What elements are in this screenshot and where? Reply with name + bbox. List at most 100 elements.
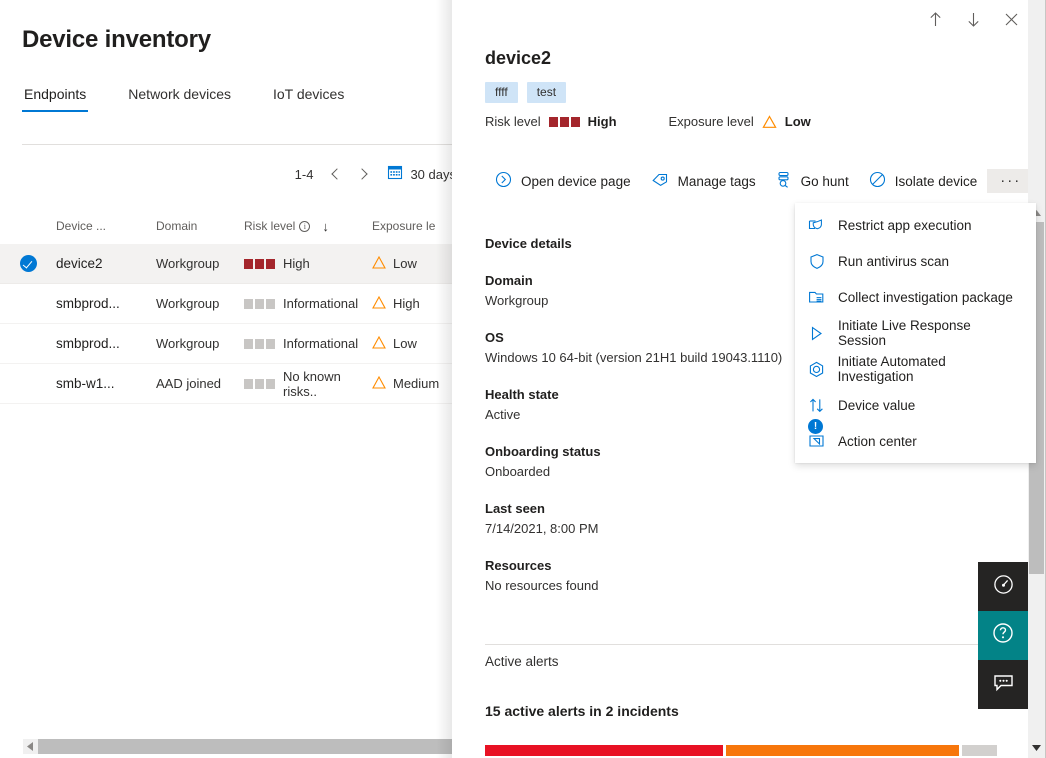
detail-value-last-seen: 7/14/2021, 8:00 PM — [485, 521, 599, 536]
tag-chip[interactable]: ffff — [485, 82, 518, 103]
column-header-risk-level[interactable]: Risk level i ↓ — [244, 219, 372, 234]
play-triangle-icon — [807, 325, 826, 342]
tab-network-devices[interactable]: Network devices — [126, 82, 233, 112]
menu-item-label: Restrict app execution — [838, 217, 972, 233]
cell-device-name: device2 — [56, 256, 103, 271]
shield-icon — [807, 253, 826, 270]
dashboard-gauge-button[interactable] — [978, 562, 1028, 611]
alerts-severity-bar — [485, 745, 997, 756]
table-row[interactable]: smbprod... Workgroup Informational High — [0, 284, 460, 324]
cell-risk-level: No known risks.. — [244, 369, 372, 399]
menu-item-label: Collect investigation package — [838, 289, 1013, 305]
risk-bars-icon — [244, 378, 275, 389]
move-up-icon[interactable] — [916, 2, 954, 36]
row-checkbox[interactable] — [0, 255, 56, 272]
cell-risk-level: High — [244, 256, 372, 271]
block-circle-icon — [869, 171, 886, 191]
exposure-level-label: Exposure level — [668, 114, 754, 129]
open-device-page-label: Open device page — [521, 173, 631, 189]
scroll-left-arrow-icon[interactable] — [23, 739, 38, 754]
isolate-device-label: Isolate device — [894, 173, 978, 189]
column-header-domain[interactable]: Domain — [156, 219, 244, 233]
help-button[interactable] — [978, 611, 1028, 660]
cell-exposure-level: High — [372, 295, 460, 312]
table-row[interactable]: smbprod... Workgroup Informational Low — [0, 324, 460, 364]
tab-iot-devices[interactable]: IoT devices — [271, 82, 346, 112]
notification-badge: ! — [808, 419, 823, 434]
risk-bars-icon — [244, 338, 275, 349]
page-range-label: 1-4 — [294, 166, 314, 182]
menu-item-device-value[interactable]: Device value — [795, 387, 1036, 423]
dashboard-gauge-icon — [993, 574, 1014, 600]
risk-bars-icon — [244, 298, 275, 309]
chevron-right-icon — [356, 168, 368, 180]
horizontal-scrollbar[interactable] — [23, 739, 455, 754]
menu-item-action-center[interactable]: ! Action center — [795, 419, 1036, 459]
flyout-device-name: device2 — [485, 48, 552, 68]
flyout-window-commands — [916, 2, 1030, 36]
cell-exposure-level: Medium — [372, 375, 460, 392]
open-in-new-icon — [495, 171, 512, 191]
exposure-level-text: Medium — [393, 376, 440, 391]
restrict-app-shield-icon — [807, 217, 826, 234]
active-alerts-title: Active alerts — [485, 654, 559, 669]
manage-tags-label: Manage tags — [677, 173, 756, 189]
date-range-filter[interactable]: 30 days — [387, 164, 456, 185]
go-hunt-button[interactable]: Go hunt — [766, 162, 859, 200]
active-alerts-header[interactable]: Active alerts — [485, 654, 995, 670]
tag-chip[interactable]: test — [526, 82, 567, 103]
close-icon[interactable] — [992, 2, 1030, 36]
manage-tags-button[interactable]: Manage tags — [641, 162, 766, 200]
risk-bars-icon — [548, 116, 580, 127]
cell-domain: Workgroup — [156, 296, 220, 311]
checkmark-circle-icon — [19, 255, 37, 272]
feedback-button[interactable] — [978, 660, 1028, 709]
menu-item-initiate-live-response-session[interactable]: Initiate Live Response Session — [795, 315, 1036, 351]
action-center-icon — [807, 433, 826, 449]
table-row[interactable]: device2 Workgroup High Low — [0, 244, 460, 284]
warning-triangle-icon — [762, 114, 777, 129]
scroll-down-arrow-icon[interactable] — [1028, 739, 1045, 756]
menu-item-restrict-app-execution[interactable]: Restrict app execution — [795, 207, 1036, 243]
package-folder-icon — [807, 289, 826, 306]
go-hunt-label: Go hunt — [800, 173, 849, 189]
menu-item-run-antivirus-scan[interactable]: Run antivirus scan — [795, 243, 1036, 279]
next-page-button[interactable] — [349, 160, 377, 188]
open-device-page-button[interactable]: Open device page — [485, 162, 641, 200]
horizontal-scrollbar-thumb[interactable] — [38, 739, 455, 754]
move-down-icon[interactable] — [954, 2, 992, 36]
grid-header-row: Device ... Domain Risk level i ↓ Exposur… — [0, 208, 460, 244]
detail-label-last-seen: Last seen — [485, 501, 545, 516]
tag-icon — [651, 171, 669, 191]
device-action-bar: Open device page Manage tags Go hunt Iso… — [485, 162, 1035, 200]
risk-level-text: High — [283, 256, 310, 271]
tab-endpoints[interactable]: Endpoints — [22, 82, 89, 112]
info-icon[interactable]: i — [299, 220, 311, 232]
grid-body: device2 Workgroup High Low smbprod... Wo… — [0, 244, 460, 404]
previous-page-button[interactable] — [321, 160, 349, 188]
chevron-left-icon — [331, 168, 343, 180]
warning-triangle-icon — [372, 255, 386, 272]
page-title: Device inventory — [22, 26, 211, 53]
column-header-device[interactable]: Device ... — [56, 219, 156, 233]
sort-descending-icon: ↓ — [322, 218, 329, 234]
menu-item-label: Initiate Live Response Session — [837, 318, 971, 348]
menu-item-initiate-automated-investigation[interactable]: Initiate Automated Investigation — [795, 351, 1036, 387]
cell-device-name: smbprod... — [56, 296, 120, 311]
severity-segment-low — [962, 745, 997, 756]
exposure-level-text: Low — [393, 256, 417, 271]
date-range-label: 30 days — [410, 166, 456, 182]
device-tags: ffff test — [485, 82, 567, 103]
more-actions-menu: Restrict app execution Run antivirus sca… — [795, 203, 1036, 463]
cell-device-name: smb-w1... — [56, 376, 115, 391]
severity-segment-high — [485, 745, 723, 756]
table-row[interactable]: smb-w1... AAD joined No known risks.. Me… — [0, 364, 460, 404]
up-down-arrows-icon — [807, 397, 826, 414]
column-header-exposure-level[interactable]: Exposure le — [372, 219, 460, 233]
more-ellipsis-icon: ··· — [1000, 172, 1022, 189]
warning-triangle-icon — [372, 375, 386, 392]
feedback-chat-icon — [993, 673, 1014, 697]
menu-item-collect-investigation-package[interactable]: Collect investigation package — [795, 279, 1036, 315]
exposure-level-text: Low — [393, 336, 417, 351]
isolate-device-button[interactable]: Isolate device — [859, 162, 988, 200]
